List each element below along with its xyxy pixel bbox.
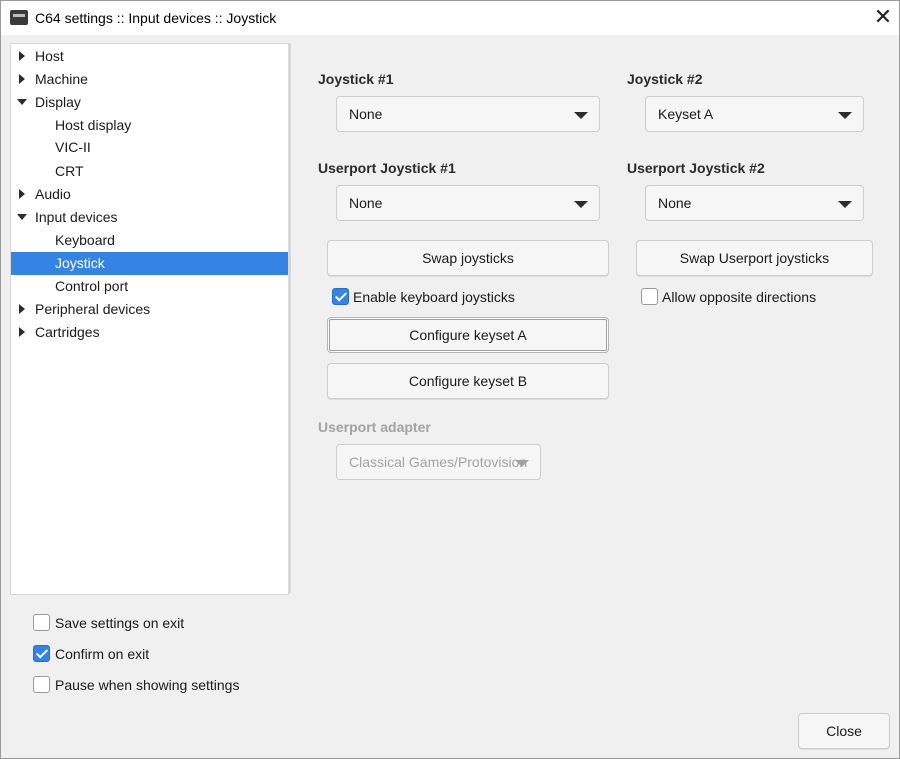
expander-collapsed-icon[interactable] — [19, 304, 25, 314]
configure-keyset-a-button[interactable]: Configure keyset A — [327, 317, 609, 353]
tree-item-peripheral-devices[interactable]: Peripheral devices — [11, 298, 288, 321]
enable-keyboard-joysticks-checkbox[interactable] — [332, 288, 349, 305]
expander-collapsed-icon[interactable] — [19, 51, 25, 61]
joystick1-value: None — [349, 106, 383, 122]
tree-item-label: Joystick — [55, 255, 105, 271]
userport1-label: Userport Joystick #1 — [318, 160, 456, 176]
tree-item-machine[interactable]: Machine — [11, 68, 288, 91]
tree-item-label: Display — [35, 94, 81, 110]
tree-item-label: Keyboard — [55, 232, 115, 248]
pause-when-showing-settings-checkbox[interactable] — [33, 676, 50, 693]
settings-window: C64 settings :: Input devices :: Joystic… — [0, 0, 900, 759]
joystick2-value: Keyset A — [658, 106, 714, 122]
expander-expanded-icon[interactable] — [17, 99, 27, 105]
tree-item-label: Cartridges — [35, 324, 100, 340]
tree-item-label: Peripheral devices — [35, 301, 151, 317]
allow-opposite-directions-checkbox[interactable] — [641, 288, 658, 305]
dropdown-arrow-icon — [574, 201, 588, 208]
joystick2-select[interactable]: Keyset A — [645, 96, 864, 132]
tree-item-label: Host — [35, 48, 64, 64]
tree-item-label: CRT — [55, 163, 84, 179]
pause-when-showing-settings-label: Pause when showing settings — [55, 677, 240, 693]
tree-item-host[interactable]: Host — [11, 45, 288, 68]
tree-item-display[interactable]: Display — [11, 91, 288, 114]
joystick2-label: Joystick #2 — [627, 71, 703, 87]
save-settings-on-exit-checkbox[interactable] — [33, 614, 50, 631]
swap-userport-joysticks-button[interactable]: Swap Userport joysticks — [636, 240, 873, 276]
tree-item-cartridges[interactable]: Cartridges — [11, 321, 288, 344]
tree-item-joystick[interactable]: Joystick — [11, 252, 288, 275]
userport-adapter-select: Classical Games/Protovision — [336, 444, 541, 480]
dropdown-arrow-icon — [515, 460, 529, 467]
tree-item-control-port[interactable]: Control port — [11, 275, 288, 298]
joystick1-label: Joystick #1 — [318, 71, 394, 87]
userport-adapter-value: Classical Games/Protovision — [349, 454, 528, 470]
joystick1-select[interactable]: None — [336, 96, 600, 132]
tree-item-host-display[interactable]: Host display — [11, 114, 288, 137]
allow-opposite-directions-label: Allow opposite directions — [662, 289, 817, 305]
save-settings-on-exit-label: Save settings on exit — [55, 615, 185, 631]
window-title: C64 settings :: Input devices :: Joystic… — [35, 10, 277, 26]
tree-item-vic-ii[interactable]: VIC-II — [11, 136, 288, 159]
dropdown-arrow-icon — [838, 112, 852, 119]
tree-item-label: Audio — [35, 186, 71, 202]
expander-collapsed-icon[interactable] — [19, 189, 25, 199]
enable-keyboard-joysticks-label: Enable keyboard joysticks — [353, 289, 515, 305]
tree-item-label: Machine — [35, 71, 88, 87]
expander-collapsed-icon[interactable] — [19, 327, 25, 337]
swap-joysticks-button[interactable]: Swap joysticks — [327, 240, 609, 276]
confirm-on-exit-label: Confirm on exit — [55, 646, 150, 662]
expander-collapsed-icon[interactable] — [19, 74, 25, 84]
userport1-select[interactable]: None — [336, 185, 600, 221]
userport2-label: Userport Joystick #2 — [627, 160, 765, 176]
settings-tree[interactable]: Host Machine Display Host display VIC-II… — [10, 43, 289, 595]
tree-item-keyboard[interactable]: Keyboard — [11, 229, 288, 252]
tree-item-input-devices[interactable]: Input devices — [11, 206, 288, 229]
confirm-on-exit-checkbox[interactable] — [33, 645, 50, 662]
dropdown-arrow-icon — [574, 112, 588, 119]
userport1-value: None — [349, 195, 383, 211]
userport-adapter-label: Userport adapter — [318, 419, 431, 435]
tree-item-label: VIC-II — [55, 139, 91, 155]
tree-item-label: Control port — [55, 278, 129, 294]
userport2-select[interactable]: None — [645, 185, 864, 221]
expander-expanded-icon[interactable] — [17, 214, 27, 220]
dropdown-arrow-icon — [838, 201, 852, 208]
pane-splitter[interactable] — [288, 43, 291, 593]
userport2-value: None — [658, 195, 692, 211]
tree-item-label: Input devices — [35, 209, 118, 225]
title-bar: C64 settings :: Input devices :: Joystic… — [1, 1, 899, 35]
tree-item-label: Host display — [55, 117, 132, 133]
tree-item-audio[interactable]: Audio — [11, 183, 288, 206]
configure-keyset-b-button[interactable]: Configure keyset B — [327, 363, 609, 399]
close-button[interactable]: Close — [798, 713, 890, 749]
app-icon — [10, 10, 28, 25]
tree-item-crt[interactable]: CRT — [11, 160, 288, 183]
window-close-icon[interactable]: ✕ — [871, 5, 895, 29]
